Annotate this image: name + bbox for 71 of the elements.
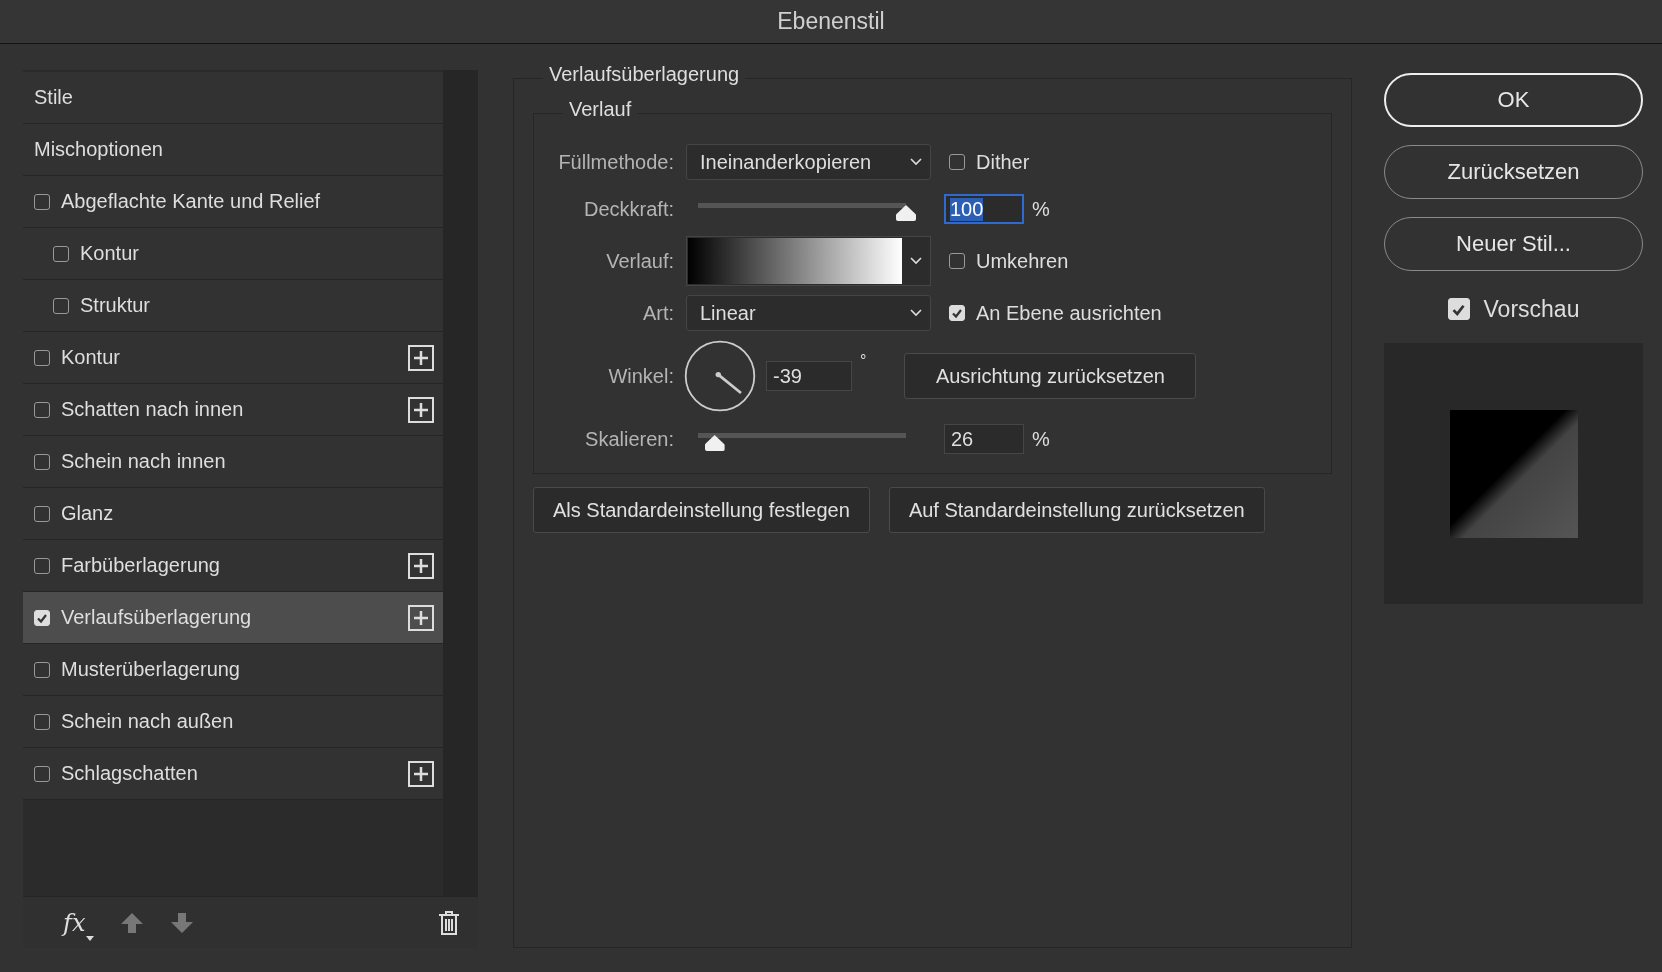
style-list-item[interactable]: Musterüberlagerung xyxy=(23,644,443,696)
checkmark-icon xyxy=(951,307,963,319)
style-dropdown[interactable]: Linear xyxy=(686,295,931,331)
checkbox[interactable] xyxy=(53,245,69,262)
style-list-item[interactable]: Schein nach außen xyxy=(23,696,443,748)
style-list-item[interactable]: Verlaufsüberlagerung xyxy=(23,592,443,644)
dialog-button[interactable]: OK xyxy=(1384,73,1643,127)
field-label: Füllmethode: xyxy=(557,150,674,174)
angle-input[interactable]: -39 xyxy=(766,361,852,391)
checkbox-label: Vorschau xyxy=(1483,295,1580,323)
unit-label: ° xyxy=(860,352,867,370)
field-label: Art: xyxy=(641,301,674,325)
field-label: Deckkraft: xyxy=(582,197,674,221)
unit-label: % xyxy=(1032,197,1050,221)
add-icon[interactable] xyxy=(408,396,434,423)
checkbox[interactable] xyxy=(34,505,50,522)
checkbox-label: Umkehren xyxy=(976,249,1069,273)
arrow-down-icon[interactable] xyxy=(170,910,195,935)
scale-input[interactable]: 26 xyxy=(944,424,1024,454)
chevron-down-icon xyxy=(910,257,922,265)
style-list-item[interactable]: Mischoptionen xyxy=(23,124,443,176)
checkbox[interactable] xyxy=(34,401,50,418)
dialog-button[interactable]: Neuer Stil... xyxy=(1384,217,1643,271)
style-list-item[interactable]: Kontur xyxy=(23,228,443,280)
style-list-item[interactable]: Kontur xyxy=(23,332,443,384)
reset-alignment-button[interactable]: Ausrichtung zurücksetzen xyxy=(904,353,1197,399)
style-list-item[interactable]: Schlagschatten xyxy=(23,748,443,800)
style-list-item[interactable]: Glanz xyxy=(23,488,443,540)
slider-thumb[interactable] xyxy=(896,205,916,221)
checkbox[interactable] xyxy=(34,765,50,782)
field-label: Winkel: xyxy=(607,364,674,388)
checkbox[interactable] xyxy=(34,349,50,366)
section-title: Verlaufsüberlagerung xyxy=(543,63,746,86)
style-list-item[interactable]: Stile xyxy=(23,72,443,124)
checkbox[interactable] xyxy=(34,713,50,730)
checkbox-label: An Ebene ausrichten xyxy=(976,301,1162,325)
gradient-picker[interactable] xyxy=(686,236,931,286)
add-icon[interactable] xyxy=(408,604,434,631)
unit-label: % xyxy=(1032,427,1050,451)
add-icon[interactable] xyxy=(408,552,434,579)
style-list-item[interactable]: Abgeflachte Kante und Relief xyxy=(23,176,443,228)
default-settings-button[interactable]: Auf Standardeinstellung zurücksetzen xyxy=(888,487,1265,533)
caret-icon xyxy=(86,935,95,941)
checkbox[interactable] xyxy=(34,193,50,210)
default-settings-button[interactable]: Als Standardeinstellung festlegen xyxy=(533,487,870,533)
blend-mode-dropdown[interactable]: Ineinanderkopieren xyxy=(686,144,931,180)
field-label: Skalieren: xyxy=(584,427,674,451)
style-list-item[interactable]: Struktur xyxy=(23,280,443,332)
arrow-up-icon[interactable] xyxy=(120,910,145,935)
dialog-button[interactable]: Zurücksetzen xyxy=(1384,145,1643,199)
fx-button[interactable]: fx xyxy=(63,908,95,937)
checkbox[interactable] xyxy=(34,453,50,470)
field-label: Verlauf: xyxy=(605,249,674,273)
angle-dial[interactable] xyxy=(684,340,756,412)
add-icon[interactable] xyxy=(408,344,434,371)
checkbox[interactable] xyxy=(949,253,965,269)
checkbox-label: Dither xyxy=(976,150,1030,174)
opacity-input[interactable]: 100 xyxy=(944,194,1024,224)
chevron-down-icon xyxy=(910,309,922,317)
window-title: Ebenenstil xyxy=(777,8,885,35)
checkbox[interactable] xyxy=(949,154,965,170)
checkbox[interactable] xyxy=(34,661,50,678)
checkbox[interactable] xyxy=(53,297,69,314)
style-list-item[interactable]: Schein nach innen xyxy=(23,436,443,488)
style-list-item[interactable]: Farbüberlagerung xyxy=(23,540,443,592)
chevron-down-icon xyxy=(910,158,922,166)
style-list-item[interactable]: Schatten nach innen xyxy=(23,384,443,436)
trash-icon[interactable] xyxy=(438,909,460,936)
checkbox[interactable] xyxy=(34,557,50,574)
slider-thumb[interactable] xyxy=(704,435,725,451)
add-icon[interactable] xyxy=(408,760,434,787)
